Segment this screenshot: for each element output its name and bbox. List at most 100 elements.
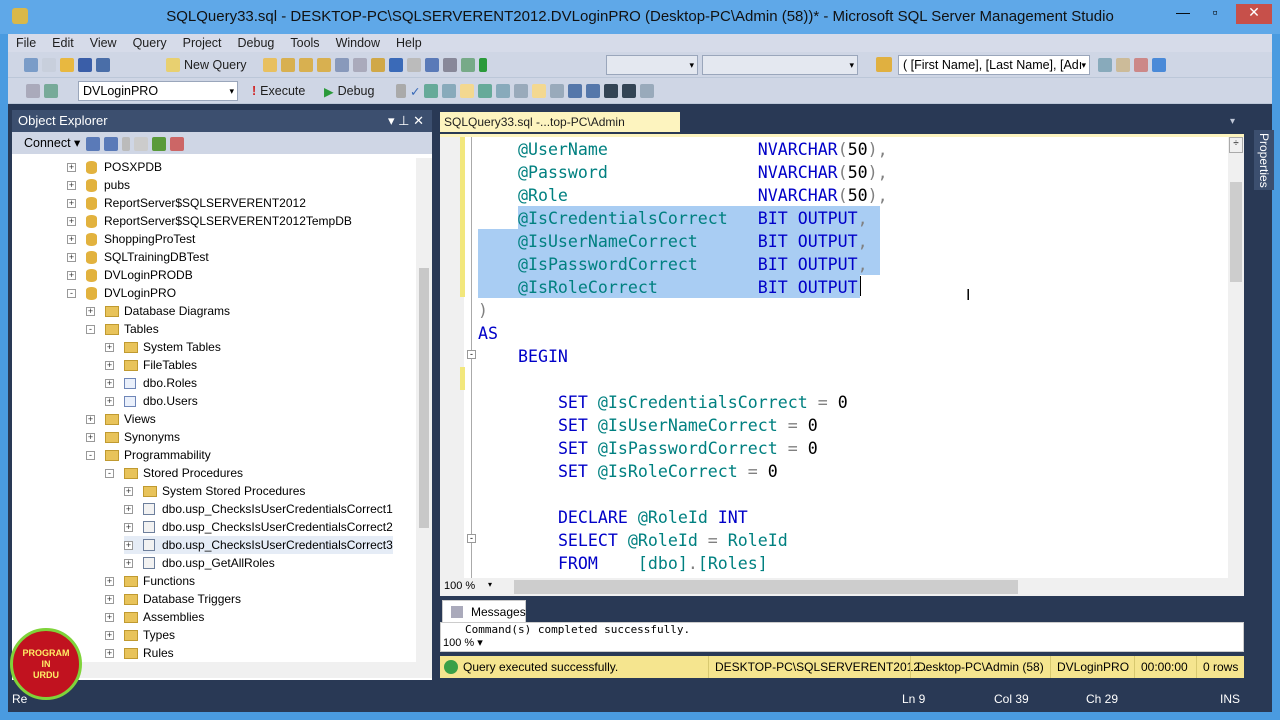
tree-item[interactable]: + FileTables — [105, 356, 197, 374]
expand-icon[interactable]: + — [105, 576, 114, 586]
execute-button[interactable]: ! Execute — [252, 82, 305, 100]
toolbar-icons-left[interactable] — [24, 56, 110, 74]
editor-zoom[interactable]: 100 % — [444, 580, 475, 592]
tree-item[interactable]: - Programmability — [86, 446, 211, 464]
menu-debug[interactable]: Debug — [230, 34, 283, 52]
expand-icon[interactable]: + — [86, 306, 95, 316]
tree-item[interactable]: + ReportServer$SQLSERVERENT2012TempDB — [67, 212, 352, 230]
collapse-icon[interactable]: - — [105, 468, 114, 478]
status-char: Ch 29 — [1086, 692, 1119, 706]
sql-editor[interactable]: - - @UserName NVARCHAR(50), @Password NV… — [440, 134, 1244, 578]
menu-query[interactable]: Query — [125, 34, 175, 52]
scroll-thumb[interactable] — [1230, 182, 1242, 282]
editor-hscrollbar[interactable]: 100 % ▾ — [440, 578, 1244, 596]
expand-icon[interactable]: + — [105, 630, 114, 640]
panel-controls[interactable]: ▾ ⊥ ✕ — [388, 110, 424, 132]
tree-item[interactable]: + dbo.usp_ChecksIsUserCredentialsCorrect3 — [124, 536, 393, 554]
menu-file[interactable]: File — [8, 34, 44, 52]
expand-icon[interactable]: + — [67, 162, 76, 172]
collapse-icon[interactable]: - — [86, 324, 95, 334]
toolbar-icons-right[interactable] — [1098, 56, 1166, 74]
expand-icon[interactable]: + — [124, 540, 133, 550]
collapse-icon[interactable]: - — [67, 288, 76, 298]
properties-side-tab[interactable]: Properties — [1254, 130, 1274, 190]
expand-icon[interactable]: + — [86, 414, 95, 424]
menu-tools[interactable]: Tools — [282, 34, 327, 52]
toolbar-icons-mid[interactable] — [263, 56, 487, 74]
expand-icon[interactable]: + — [67, 234, 76, 244]
oe-tool-icons[interactable] — [86, 135, 184, 153]
tree-item[interactable]: + SQLTrainingDBTest — [67, 248, 209, 266]
solution-config-combo[interactable]: ▾ — [606, 55, 698, 75]
close-button[interactable]: ✕ — [1236, 4, 1272, 24]
expand-icon[interactable]: + — [124, 522, 133, 532]
editor-vscrollbar[interactable]: ÷ — [1228, 137, 1244, 578]
tree-item[interactable]: + Synonyms — [86, 428, 180, 446]
expand-icon[interactable]: + — [86, 432, 95, 442]
tab-messages[interactable]: Messages — [442, 600, 526, 622]
hscroll-thumb[interactable] — [514, 580, 1018, 594]
tree-item[interactable]: + Types — [105, 626, 175, 644]
tree-item[interactable]: + pubs — [67, 176, 130, 194]
find-combo[interactable]: ( [First Name], [Last Name], [Adı ▾ — [898, 55, 1090, 75]
tree-item[interactable]: + System Tables — [105, 338, 221, 356]
split-icon[interactable]: ÷ — [1229, 137, 1243, 153]
expand-icon[interactable]: + — [105, 396, 114, 406]
expand-icon[interactable]: + — [105, 594, 114, 604]
messages-zoom[interactable]: 100 % ▾ — [443, 636, 483, 649]
menu-view[interactable]: View — [82, 34, 125, 52]
expand-icon[interactable]: + — [105, 648, 114, 658]
minimize-button[interactable]: — — [1168, 4, 1198, 24]
tree-item[interactable]: - Stored Procedures — [105, 464, 243, 482]
tree-item[interactable]: + Assemblies — [105, 608, 204, 626]
expand-icon[interactable]: + — [67, 270, 76, 280]
connect-icons[interactable] — [26, 82, 58, 100]
expand-icon[interactable]: + — [105, 378, 114, 388]
tree-item[interactable]: + dbo.Users — [105, 392, 198, 410]
tree-item[interactable]: + ReportServer$SQLSERVERENT2012 — [67, 194, 306, 212]
expand-icon[interactable]: + — [124, 504, 133, 514]
expand-icon[interactable]: + — [124, 486, 133, 496]
tree-item[interactable]: + ShoppingProTest — [67, 230, 195, 248]
tree-item[interactable]: + System Stored Procedures — [124, 482, 305, 500]
tree-item[interactable]: + Database Diagrams — [86, 302, 230, 320]
folder-icon — [105, 449, 119, 461]
menu-edit[interactable]: Edit — [44, 34, 82, 52]
expand-icon[interactable]: + — [67, 252, 76, 262]
expand-icon[interactable]: + — [67, 198, 76, 208]
expand-icon[interactable]: + — [67, 216, 76, 226]
tab-dropdown-icon[interactable]: ▾ — [1230, 116, 1235, 127]
tree-item[interactable]: + Views — [86, 410, 156, 428]
tree-item[interactable]: - Tables — [86, 320, 159, 338]
menu-project[interactable]: Project — [175, 34, 230, 52]
tree-item[interactable]: + Functions — [105, 572, 195, 590]
connect-button[interactable]: Connect ▾ — [24, 135, 80, 150]
debug-button[interactable]: ▶ Debug — [324, 82, 374, 100]
collapse-icon[interactable]: - — [86, 450, 95, 460]
menu-help[interactable]: Help — [388, 34, 430, 52]
tree-item[interactable]: + dbo.usp_ChecksIsUserCredentialsCorrect1 — [124, 500, 393, 518]
tree-item[interactable]: + dbo.Roles — [105, 374, 197, 392]
expand-icon[interactable]: + — [67, 180, 76, 190]
new-query-button[interactable]: New Query — [166, 56, 247, 74]
tree-item[interactable]: + Database Triggers — [105, 590, 241, 608]
folder-icon — [105, 413, 119, 425]
maximize-button[interactable]: ▫ — [1200, 4, 1230, 24]
find-icon[interactable] — [876, 57, 892, 72]
tree-vscrollbar[interactable] — [416, 158, 432, 662]
tree-item[interactable]: - DVLoginPRO — [67, 284, 176, 302]
tree-item[interactable]: + DVLoginPRODB — [67, 266, 193, 284]
expand-icon[interactable]: + — [105, 360, 114, 370]
expand-icon[interactable]: + — [105, 612, 114, 622]
query-toolbar-icons[interactable]: ✓ — [396, 82, 655, 100]
database-combo[interactable]: DVLoginPRO ▾ — [78, 81, 238, 101]
platform-combo[interactable]: ▾ — [702, 55, 858, 75]
tree-item[interactable]: + POSXPDB — [67, 158, 162, 176]
tab-sqlquery33[interactable]: SQLQuery33.sql -...top-PC\Admin (58))*✕ — [440, 112, 680, 149]
menu-window[interactable]: Window — [328, 34, 388, 52]
expand-icon[interactable]: + — [105, 342, 114, 352]
tree-item[interactable]: + dbo.usp_ChecksIsUserCredentialsCorrect2 — [124, 518, 393, 536]
tree-item[interactable]: + Rules — [105, 644, 174, 662]
tree-item[interactable]: + dbo.usp_GetAllRoles — [124, 554, 275, 572]
expand-icon[interactable]: + — [124, 558, 133, 568]
